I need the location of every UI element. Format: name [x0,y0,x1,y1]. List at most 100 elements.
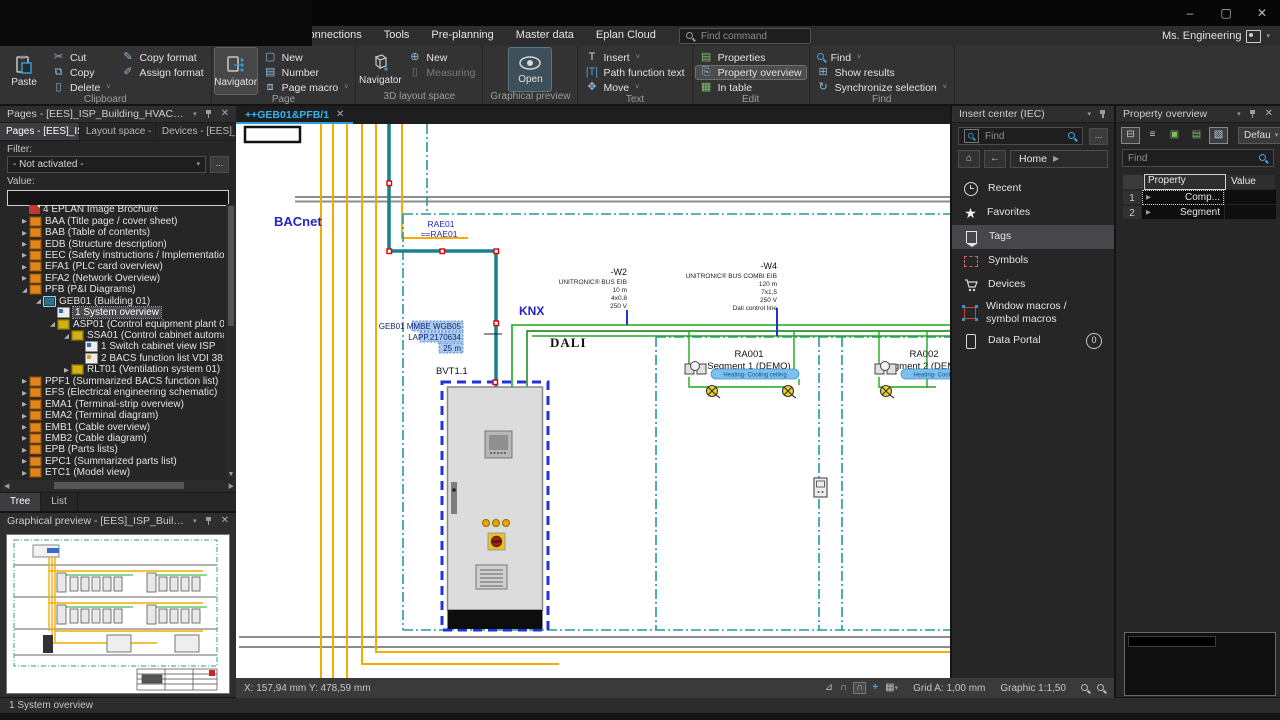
expand-icon[interactable]: ▶ [20,251,29,259]
control-cabinet[interactable] [442,380,548,630]
back-icon[interactable]: ← [984,150,1006,168]
tree-item[interactable]: ▶EPC1 (Summarized parts list) [2,456,224,467]
maximize-button[interactable]: ▢ [1208,0,1244,26]
tab-list[interactable]: List [41,493,78,511]
expand-icon[interactable]: ▶ [1146,208,1151,216]
tree-item[interactable]: ▶BAA (Title page / cover sheet) [2,215,224,226]
expand-icon[interactable]: ▶ [20,263,29,271]
object-snap-icon[interactable]: ∩ [840,683,847,693]
expand-icon[interactable]: ▶ [20,377,29,385]
crosshair-icon[interactable]: + [872,683,878,693]
pin-icon[interactable] [1099,110,1107,119]
insert-center-item-window-macros[interactable]: Window macros / symbol macros [952,297,1114,329]
minimize-button[interactable]: – [1172,0,1208,26]
copy-format-button[interactable]: ✎Copy format [117,51,207,64]
column-property[interactable]: Property [1144,174,1226,190]
filter-more-button[interactable]: ... [210,156,229,173]
expand-icon[interactable]: ▶ [20,274,29,282]
tree-item[interactable]: ▶EMB1 (Cable overview) [2,421,224,432]
menu-tools[interactable]: Tools [373,26,421,46]
move-button[interactable]: ✥Move˅ [581,81,688,94]
home-icon[interactable]: ⌂ [958,150,980,168]
expand-icon[interactable]: ▶ [20,389,29,397]
tree-item[interactable]: 1 Switch cabinet view ISP [2,341,224,352]
collapse-icon[interactable]: ◢ [48,320,57,328]
page-macro-button[interactable]: ⧈Page macro˅ [260,81,353,94]
expand-icon[interactable]: ▶ [20,400,29,408]
value-cell[interactable] [1224,205,1276,220]
insert-center-item-data-portal[interactable]: Data Portal0 [952,329,1114,353]
properties-button[interactable]: ▤Properties [696,51,806,64]
tree-item[interactable]: ▶EEC (Safety instructions / Implementati… [2,250,224,261]
corner-cell[interactable] [1122,174,1144,190]
breadcrumb-home[interactable]: Home [1019,153,1047,165]
value-cell[interactable] [1224,190,1276,205]
delete-button[interactable]: ▯Delete˅ [48,81,114,94]
pin-icon[interactable] [205,517,213,526]
pin-icon[interactable] [205,110,213,119]
tree-item[interactable]: ▶BAB (Table of contents) [2,227,224,238]
find-button[interactable]: Find˅ [813,51,951,64]
tree-item[interactable]: ◢ASP01 (Control equipment plant 01) [2,318,224,329]
page-number-button[interactable]: ▤Number [260,66,353,79]
collapse-icon[interactable]: ◢ [34,297,43,305]
scroll-down-icon[interactable]: ▼ [226,471,236,478]
in-table-button[interactable]: ▦In table [696,81,806,94]
collapse-icon[interactable]: ◢ [20,286,29,294]
show-results-button[interactable]: ⊞Show results [813,66,951,79]
tree-item[interactable]: ▶RLT01 (Ventilation system 01) [2,364,224,375]
tree-item[interactable]: ▶EMA2 (Terminal diagram) [2,410,224,421]
tree-vertical-scrollbar[interactable]: ▼ [226,204,236,479]
find-command-input[interactable]: Find command [679,28,811,44]
pages-panel-titlebar[interactable]: Pages - [EES]_ISP_Building_HVAC_Schemati… [0,106,236,123]
close-icon[interactable]: ✕ [221,516,229,526]
page-new-button[interactable]: ▢New [260,51,353,64]
layout-new-button[interactable]: ⊕New [404,51,479,64]
assign-format-button[interactable]: ✐Assign format [117,66,207,79]
property-overview-button[interactable]: ⎘Property overview [696,66,806,79]
filter-user-icon[interactable]: ▧ [1210,128,1227,143]
text-insert-button[interactable]: TInsert˅ [581,51,688,64]
expand-icon[interactable]: ▶ [62,366,71,374]
synchronize-selection-button[interactable]: ↻Synchronize selection˅ [813,81,951,94]
collapse-icon[interactable]: ◢ [62,332,71,340]
insert-center-item-favorites[interactable]: ★Favorites [952,201,1114,225]
grid-icon[interactable]: ▦▾ [885,683,898,693]
tree-item[interactable]: ◢PFB (P&I Diagrams) [2,284,224,295]
cut-button[interactable]: ✂Cut [48,51,114,64]
zoom-in-icon[interactable] [1081,684,1090,693]
property-find-input[interactable]: Find [1122,149,1274,167]
scroll-left-icon[interactable]: ◀ [4,482,9,490]
schematic-canvas[interactable]: GEB01 MMBE WGB05 LAPP.2170634 25 m BACne… [236,124,950,678]
zoom-out-icon[interactable] [1097,684,1106,693]
expand-icon[interactable]: ▶ [20,434,29,442]
angle-snap-icon[interactable]: ⊿ [825,683,833,693]
insert-center-item-symbols[interactable]: Symbols [952,249,1114,273]
expand-icon[interactable]: ▶ [20,469,29,477]
filter-select[interactable]: - Not activated - ▾ [7,156,206,173]
tree-item[interactable]: ◢GEB01 (Building 01) [2,296,224,307]
expand-icon[interactable]: ▶ [20,423,29,431]
list-view-icon[interactable]: ≡ [1144,128,1161,143]
table-row[interactable]: 2 ▶Segment [1122,205,1276,220]
insert-center-titlebar[interactable]: Insert center (IEC) ▾ [952,106,1114,123]
close-icon[interactable]: ✕ [221,109,229,119]
table-row[interactable]: 1 ▶Comp... [1122,190,1276,205]
user-account[interactable]: Ms. Engineering ▾ [1162,30,1280,43]
copy-properties-icon[interactable]: ▣ [1166,128,1183,143]
pin-icon[interactable] [1249,110,1257,119]
tab-pages[interactable]: Pages - [EES]_ISP_... [0,123,80,140]
paste-properties-icon[interactable]: ▤ [1188,128,1205,143]
tree-item[interactable]: ▶EFA2 (Network Overview) [2,273,224,284]
expand-icon[interactable]: ▶ [1146,193,1151,201]
preview-thumbnail[interactable] [6,534,230,694]
expand-icon[interactable]: ▶ [20,240,29,248]
path-function-text-button[interactable]: |T|Path function text [581,66,688,79]
panel-menu-icon[interactable]: ▾ [1087,111,1091,118]
tree-item[interactable]: ▶EFS (Electrical engineering schematic) [2,387,224,398]
tree-horizontal-scrollbar[interactable]: ◀▶ [2,480,236,491]
tree-item[interactable]: ▶ETC1 (Model view) [2,467,224,478]
search-icon[interactable] [1068,132,1077,141]
scroll-right-icon[interactable]: ▶ [229,482,234,490]
tree-item[interactable]: 4 EPLAN Image Brochure [2,204,224,215]
